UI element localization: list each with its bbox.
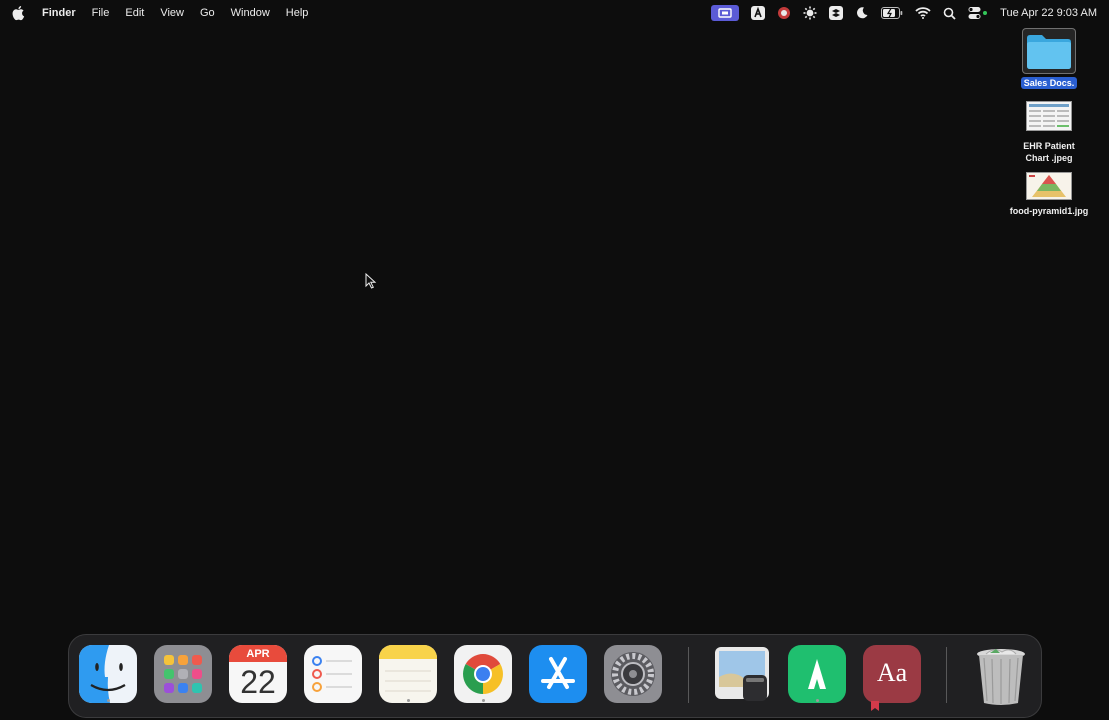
control-center-icon[interactable] — [968, 5, 988, 21]
dock-system-settings[interactable] — [604, 645, 662, 703]
dock-reminders[interactable] — [304, 645, 362, 703]
menu-view[interactable]: View — [160, 7, 184, 19]
menu-go[interactable]: Go — [200, 7, 215, 19]
running-indicator — [481, 699, 485, 702]
search-icon[interactable] — [943, 5, 956, 21]
image-thumbnail-icon — [1023, 95, 1075, 137]
dock-trash[interactable] — [972, 645, 1030, 705]
a-app-icon[interactable] — [751, 5, 766, 21]
dock-separator — [946, 647, 947, 703]
dock-dictionary[interactable]: Aa — [863, 645, 921, 711]
anytype-icon — [788, 645, 846, 703]
chrome-icon — [454, 645, 512, 703]
preview-icon — [715, 647, 769, 701]
menu-finder[interactable]: Finder — [42, 7, 76, 19]
image-thumbnail-icon — [1023, 170, 1075, 202]
calendar-month: APR — [229, 645, 287, 662]
apple-logo-icon[interactable] — [12, 6, 28, 21]
desktop-item-label: Sales Docs. — [1020, 77, 1078, 89]
notes-icon — [379, 645, 437, 703]
menu-window[interactable]: Window — [231, 7, 270, 19]
launchpad-icon — [154, 645, 212, 703]
desktop-item-ehr-patient-chart[interactable]: EHR Patient Chart .jpeg — [1004, 95, 1094, 164]
moon-icon[interactable] — [855, 5, 869, 21]
dock-anytype[interactable] — [788, 645, 846, 703]
stack-icon[interactable] — [829, 5, 844, 21]
menu-help[interactable]: Help — [286, 7, 309, 19]
menu-edit[interactable]: Edit — [125, 7, 144, 19]
mouse-cursor-icon — [365, 272, 377, 294]
calendar-day: 22 — [240, 664, 276, 700]
wifi-icon[interactable] — [915, 5, 931, 21]
sun-gear-icon[interactable] — [803, 5, 817, 21]
running-indicator — [406, 699, 410, 702]
gear-icon — [604, 645, 662, 703]
bookmark-ribbon-icon — [871, 701, 879, 711]
dock-launchpad[interactable] — [154, 645, 212, 703]
dock-notes[interactable] — [379, 645, 437, 703]
dock-app-store[interactable] — [529, 645, 587, 703]
dock: APR 22 Aa — [68, 634, 1042, 718]
finder-icon — [79, 645, 137, 703]
trash-icon — [977, 649, 1025, 705]
dock-separator — [688, 647, 689, 703]
record-icon[interactable] — [777, 5, 791, 21]
desktop-item-label: EHR Patient Chart .jpeg — [1023, 141, 1075, 163]
battery-icon[interactable] — [881, 5, 903, 21]
desktop-item-food-pyramid[interactable]: food-pyramid1.jpg — [1004, 170, 1094, 217]
dock-chrome[interactable] — [454, 645, 512, 703]
dock-finder[interactable] — [79, 645, 137, 703]
dock-preview[interactable] — [713, 645, 771, 703]
app-store-icon — [529, 645, 587, 703]
folder-icon — [1022, 28, 1076, 74]
menu-bar-clock[interactable]: Tue Apr 22 9:03 AM — [1000, 7, 1097, 19]
menu-bar: Finder File Edit View Go Window Help Tue… — [0, 0, 1109, 26]
desktop-item-sales-docs[interactable]: Sales Docs. — [1004, 28, 1094, 89]
menu-bar-left: Finder File Edit View Go Window Help — [0, 0, 324, 26]
menu-file[interactable]: File — [92, 7, 110, 19]
dictionary-glyph: Aa — [876, 658, 908, 687]
desktop-item-label: food-pyramid1.jpg — [1009, 206, 1089, 216]
dock-calendar[interactable]: APR 22 — [229, 645, 287, 703]
menu-bar-right: Tue Apr 22 9:03 AM — [711, 0, 1097, 26]
screen-record-icon[interactable] — [711, 5, 740, 21]
running-indicator — [106, 699, 110, 702]
running-indicator — [815, 699, 819, 702]
reminders-icon — [304, 645, 362, 703]
